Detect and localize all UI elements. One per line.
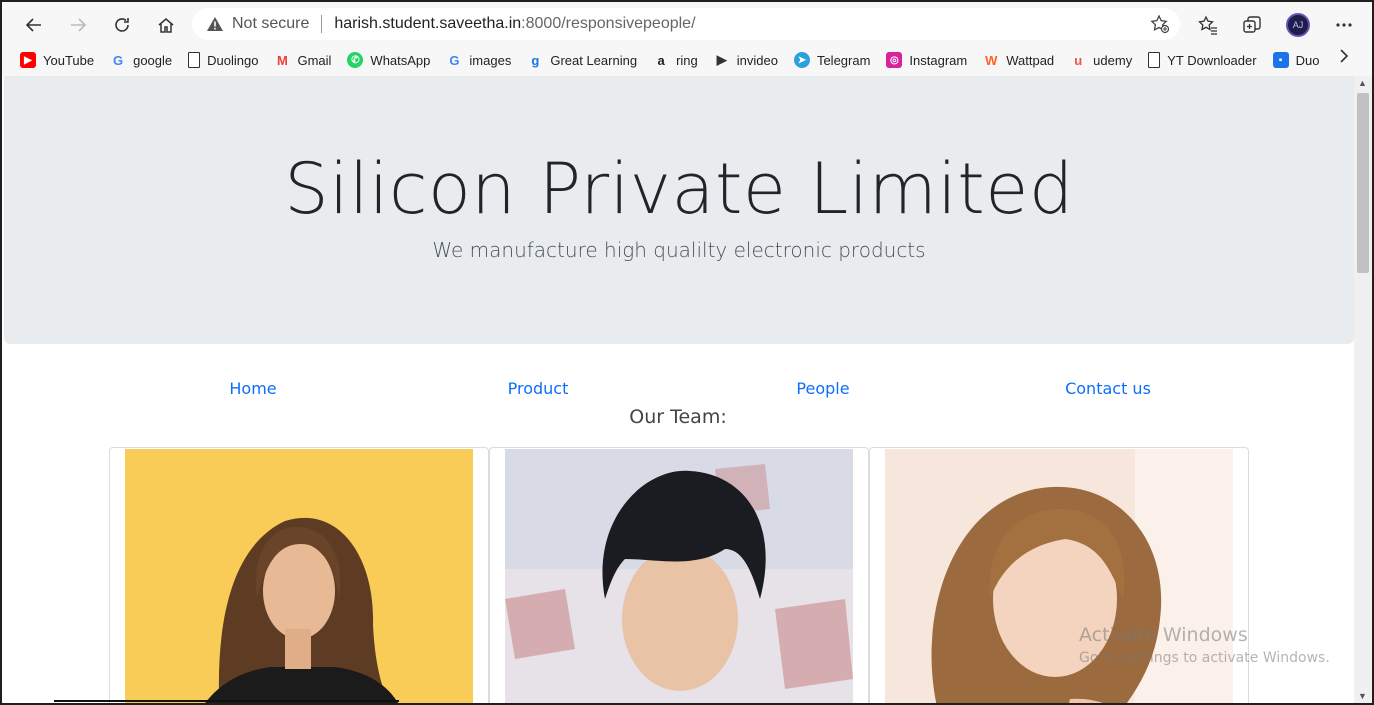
bookmark-label: YouTube bbox=[43, 52, 95, 68]
page-viewport: Silicon Private Limited We manufacture h… bbox=[2, 76, 1354, 703]
bookmark-label: Telegram bbox=[816, 52, 871, 68]
bookmark-label: ring bbox=[676, 52, 698, 68]
security-status[interactable]: Not secure bbox=[232, 15, 309, 33]
gmail-icon: M bbox=[277, 52, 288, 68]
address-divider bbox=[321, 15, 323, 33]
browser-toolbar: Not secure harish.student.saveetha.in:80… bbox=[2, 2, 1372, 46]
nav-link-people[interactable]: People bbox=[688, 379, 958, 398]
refresh-button[interactable] bbox=[107, 10, 137, 40]
bookmark-item[interactable]: ➤ Telegram bbox=[793, 52, 871, 68]
page-scrollbar[interactable]: ▲ ▼ bbox=[1354, 76, 1372, 703]
forward-button[interactable] bbox=[63, 10, 93, 40]
telegram-icon: ➤ bbox=[793, 52, 810, 68]
url-path: :8000/responsivepeople/ bbox=[521, 15, 696, 32]
home-button[interactable] bbox=[151, 10, 181, 40]
bookmark-item[interactable]: ✆ WhatsApp bbox=[347, 52, 430, 68]
back-arrow-icon bbox=[25, 18, 41, 32]
bookmark-item[interactable]: W Wattpad bbox=[983, 52, 1054, 68]
team-member-photo bbox=[505, 449, 853, 703]
nav-link-home[interactable]: Home bbox=[118, 379, 388, 398]
bookmark-item[interactable]: YT Downloader bbox=[1148, 52, 1257, 68]
warning-icon bbox=[206, 15, 224, 33]
bookmark-label: google bbox=[133, 52, 173, 68]
bookmarks-bar: ▶ YouTube Ggoogle Duolingo M Gmail ✆ WhatsApp Gi… bbox=[2, 46, 1372, 74]
windows-activation-watermark: Activate Windows Go to Settings to activ… bbox=[1079, 624, 1330, 666]
bookmark-item[interactable]: a ring bbox=[653, 52, 698, 68]
bookmark-item[interactable]: Gimages bbox=[446, 52, 511, 68]
bottom-edge-line bbox=[54, 700, 399, 702]
bookmark-label: invideo bbox=[736, 52, 778, 68]
profile-avatar[interactable]: AJ bbox=[1286, 13, 1310, 37]
bookmark-label: Great Learning bbox=[550, 52, 638, 68]
site-navigation: Home Product People Contact us bbox=[2, 379, 1354, 403]
bookmark-label: Gmail bbox=[297, 52, 332, 68]
wattpad-icon: W bbox=[985, 52, 998, 68]
company-title: Silicon Private Limited bbox=[284, 148, 1074, 230]
watermark-title: Activate Windows bbox=[1079, 624, 1248, 646]
bookmark-label: Duo bbox=[1295, 52, 1320, 68]
nav-link-contact[interactable]: Contact us bbox=[973, 379, 1243, 398]
google-icon: G bbox=[449, 52, 460, 68]
bookmarks-overflow-chevron-icon[interactable] bbox=[1338, 48, 1350, 69]
hero-jumbotron: Silicon Private Limited We manufacture h… bbox=[4, 76, 1354, 344]
bookmark-item[interactable]: ▶ invideo bbox=[714, 52, 778, 68]
collections-icon bbox=[1243, 16, 1261, 33]
invideo-icon: ▶ bbox=[716, 52, 727, 67]
watermark-subtitle: Go to Settings to activate Windows. bbox=[1079, 650, 1330, 666]
whatsapp-icon: ✆ bbox=[347, 52, 364, 68]
bookmark-label: WhatsApp bbox=[370, 52, 431, 68]
add-favorite-icon[interactable] bbox=[1150, 14, 1170, 39]
more-dots-icon bbox=[1336, 23, 1352, 27]
address-bar[interactable]: Not secure harish.student.saveetha.in:80… bbox=[192, 8, 1180, 40]
page-icon bbox=[1148, 52, 1161, 68]
amazon-icon: a bbox=[657, 52, 665, 68]
collections-button[interactable] bbox=[1237, 10, 1267, 40]
back-button[interactable] bbox=[19, 10, 49, 40]
bookmark-label: Wattpad bbox=[1006, 52, 1055, 68]
nav-link-product[interactable]: Product bbox=[403, 379, 673, 398]
duo-icon: ▪ bbox=[1272, 52, 1289, 68]
bookmark-item[interactable]: Ggoogle bbox=[110, 52, 172, 68]
bookmark-item[interactable]: ◎ Instagram bbox=[886, 52, 967, 68]
team-heading: Our Team: bbox=[629, 406, 727, 428]
team-card bbox=[109, 447, 489, 703]
bookmark-label: images bbox=[469, 52, 512, 68]
page-icon bbox=[188, 52, 201, 68]
google-icon: G bbox=[113, 52, 124, 68]
bookmark-label: udemy bbox=[1093, 52, 1133, 68]
udemy-icon: u bbox=[1074, 52, 1083, 68]
favorites-icon bbox=[1198, 15, 1217, 35]
bookmark-item[interactable]: ▶ YouTube bbox=[20, 52, 94, 68]
bookmark-item[interactable]: u udemy bbox=[1070, 52, 1132, 68]
more-menu-button[interactable] bbox=[1329, 10, 1359, 40]
scroll-down-arrow-icon[interactable]: ▼ bbox=[1358, 691, 1367, 701]
refresh-icon bbox=[115, 18, 129, 32]
company-tagline: We manufacture high qualilty electronic … bbox=[432, 238, 926, 262]
bookmark-label: Duolingo bbox=[207, 52, 259, 68]
bookmark-item[interactable]: M Gmail bbox=[274, 52, 331, 68]
bookmark-label: YT Downloader bbox=[1167, 52, 1257, 68]
team-member-photo bbox=[125, 449, 473, 703]
favorites-button[interactable] bbox=[1193, 10, 1223, 40]
forward-arrow-icon bbox=[71, 18, 87, 32]
bookmark-label: Instagram bbox=[909, 52, 968, 68]
scroll-up-arrow-icon[interactable]: ▲ bbox=[1358, 78, 1367, 88]
browser-window: Not secure harish.student.saveetha.in:80… bbox=[0, 0, 1374, 705]
scrollbar-thumb[interactable] bbox=[1357, 93, 1369, 273]
team-card bbox=[489, 447, 869, 703]
youtube-icon: ▶ bbox=[20, 52, 36, 68]
bookmark-item[interactable]: ▪ Duo bbox=[1272, 52, 1320, 68]
bookmark-item[interactable]: g Great Learning bbox=[527, 52, 637, 68]
instagram-icon: ◎ bbox=[886, 52, 903, 68]
home-icon bbox=[158, 18, 174, 33]
greatlearning-icon: g bbox=[531, 52, 540, 68]
bookmark-item[interactable]: Duolingo bbox=[188, 52, 258, 68]
url-host: harish.student.saveetha.in bbox=[334, 15, 522, 32]
